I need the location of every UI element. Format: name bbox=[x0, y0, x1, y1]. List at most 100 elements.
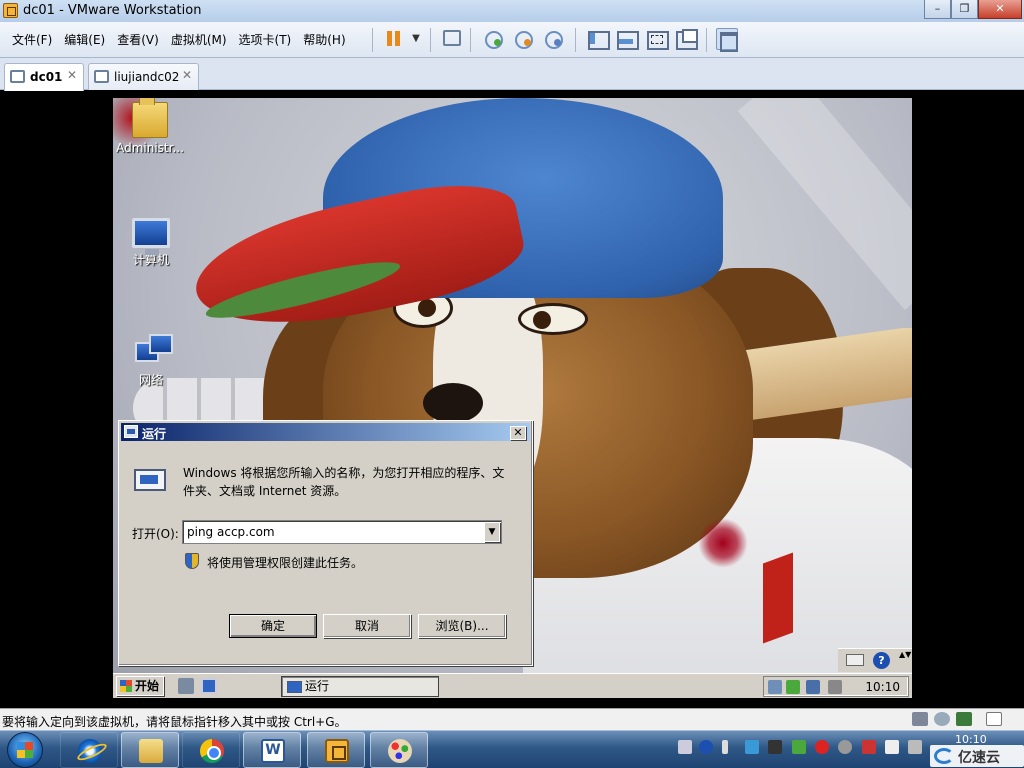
tray-icon[interactable] bbox=[908, 740, 922, 754]
close-icon[interactable]: ✕ bbox=[67, 68, 77, 82]
taskbar-word-button[interactable] bbox=[243, 732, 301, 768]
restore-button[interactable]: ❐ bbox=[951, 0, 978, 19]
revert-snapshot-icon[interactable] bbox=[512, 28, 534, 50]
ok-button[interactable]: 确定 bbox=[229, 614, 317, 638]
taskbar-paint-button[interactable] bbox=[370, 732, 428, 768]
vmware-app-icon bbox=[3, 3, 18, 18]
desktop-icon-label: Administr... bbox=[116, 141, 184, 155]
language-bar-options-icon[interactable]: ▲▼ bbox=[899, 651, 911, 659]
dialog-close-button[interactable]: ✕ bbox=[510, 426, 526, 440]
sidebar-toggle-icon[interactable] bbox=[586, 28, 610, 50]
toolbar-separator bbox=[706, 28, 707, 52]
tab-dc01[interactable]: dc01 ✕ bbox=[4, 63, 84, 91]
hard-disk-icon[interactable] bbox=[912, 712, 928, 726]
tray-icon[interactable] bbox=[838, 740, 852, 754]
start-button[interactable]: 开始 bbox=[116, 676, 164, 696]
menu-edit[interactable]: 编辑(E) bbox=[58, 31, 111, 48]
tray-icon[interactable] bbox=[792, 740, 806, 754]
chevron-down-icon[interactable]: ▼ bbox=[484, 522, 500, 542]
network-status-icon[interactable] bbox=[806, 680, 820, 694]
server-manager-icon[interactable] bbox=[178, 678, 194, 694]
network-icon bbox=[133, 332, 173, 368]
brand-logo-icon bbox=[934, 748, 954, 764]
minimize-button[interactable]: – bbox=[924, 0, 951, 19]
tray-icon[interactable] bbox=[768, 740, 782, 754]
window-titlebar: dc01 - VMware Workstation – ❐ ✕ bbox=[0, 0, 1024, 22]
open-input[interactable]: ping accp.com bbox=[187, 525, 275, 539]
toolbar-separator bbox=[430, 28, 431, 52]
tray-icon[interactable] bbox=[815, 740, 829, 754]
cancel-button[interactable]: 取消 bbox=[323, 614, 411, 638]
wallpaper bbox=[763, 552, 793, 644]
desktop-icon-label: 计算机 bbox=[132, 253, 169, 267]
menu-view[interactable]: 查看(V) bbox=[111, 31, 165, 48]
taskbar-ie-button[interactable] bbox=[60, 732, 118, 768]
keyboard-icon[interactable] bbox=[846, 654, 864, 666]
system-tray: 10:10 bbox=[763, 676, 909, 697]
vm-tabs: dc01 ✕ liujiandc02 ✕ bbox=[0, 58, 1024, 91]
admin-note: 将使用管理权限创建此任务。 bbox=[207, 556, 364, 570]
keyboard-icon[interactable] bbox=[678, 740, 692, 754]
tray-arrow-icon[interactable] bbox=[722, 740, 728, 754]
chrome-icon bbox=[200, 739, 224, 763]
taskbar-vmware-button[interactable] bbox=[307, 732, 365, 768]
run-dialog: 运行 ✕ Windows 将根据您所输入的名称，为您打开相应的程序、文件夹、文档… bbox=[118, 420, 533, 666]
word-icon bbox=[261, 739, 285, 763]
paint-icon bbox=[388, 739, 412, 763]
network-adapter-icon[interactable] bbox=[440, 28, 462, 50]
menu-vm[interactable]: 虚拟机(M) bbox=[165, 31, 233, 48]
help-icon[interactable] bbox=[699, 740, 713, 754]
guest-clock: 10:10 bbox=[865, 680, 900, 694]
windows-start-orb[interactable] bbox=[7, 732, 43, 768]
run-description: Windows 将根据您所输入的名称，为您打开相应的程序、文件夹、文档或 Int… bbox=[183, 466, 505, 498]
message-log-icon[interactable] bbox=[986, 712, 1002, 726]
tray-icon[interactable] bbox=[862, 740, 876, 754]
host-taskbar: 10:10 亿速云 bbox=[0, 730, 1024, 768]
snapshot-manager-icon[interactable] bbox=[542, 28, 564, 50]
desktop-icon-computer[interactable]: 计算机 bbox=[113, 218, 191, 268]
language-bar: ? ▲▼ bbox=[838, 648, 912, 672]
tray-icon[interactable] bbox=[885, 740, 899, 754]
close-button[interactable]: ✕ bbox=[978, 0, 1022, 19]
menu-items: 文件(F) 编辑(E) 查看(V) 虚拟机(M) 选项卡(T) 帮助(H) bbox=[6, 31, 352, 48]
take-snapshot-icon[interactable] bbox=[482, 28, 504, 50]
tab-liujiandc02[interactable]: liujiandc02 ✕ bbox=[88, 63, 199, 90]
guest-taskbar: 开始 运行 10:10 bbox=[113, 673, 912, 698]
explorer-icon bbox=[139, 739, 163, 763]
volume-icon[interactable] bbox=[828, 680, 842, 694]
run-program-icon bbox=[134, 469, 166, 491]
statusbar: 要将输入定向到该虚拟机，请将鼠标指针移入其中或按 Ctrl+G。 bbox=[0, 708, 1024, 730]
cd-drive-icon[interactable] bbox=[934, 712, 950, 726]
taskbar-run-button[interactable]: 运行 bbox=[281, 676, 439, 697]
console-view-icon[interactable] bbox=[716, 28, 738, 52]
vmware-icon bbox=[325, 739, 349, 763]
network-adapter-status-icon[interactable] bbox=[956, 712, 972, 726]
menu-tabs[interactable]: 选项卡(T) bbox=[233, 31, 298, 48]
tray-icon[interactable] bbox=[745, 740, 759, 754]
close-icon[interactable]: ✕ bbox=[182, 68, 192, 82]
run-icon bbox=[124, 425, 138, 438]
menu-help[interactable]: 帮助(H) bbox=[297, 31, 351, 48]
desktop-icon-network[interactable]: 网络 bbox=[113, 332, 191, 388]
show-desktop-icon[interactable] bbox=[201, 678, 217, 694]
taskbar-chrome-button[interactable] bbox=[182, 732, 240, 768]
browse-button[interactable]: 浏览(B)... bbox=[418, 614, 506, 638]
run-dialog-title: 运行 bbox=[142, 427, 167, 441]
power-dropdown-icon[interactable]: ▼ bbox=[405, 28, 427, 50]
thumbnail-bar-icon[interactable] bbox=[615, 28, 639, 50]
taskbar-explorer-button[interactable] bbox=[121, 732, 179, 768]
security-icon[interactable] bbox=[786, 680, 800, 694]
status-message: 要将输入定向到该虚拟机，请将鼠标指针移入其中或按 Ctrl+G。 bbox=[2, 715, 347, 729]
desktop-icon-administrator[interactable]: Administr... bbox=[113, 98, 190, 155]
tab-label: dc01 bbox=[30, 70, 63, 84]
pause-icon[interactable] bbox=[383, 28, 405, 50]
open-combobox[interactable]: ping accp.com ▼ bbox=[182, 520, 502, 544]
help-icon[interactable]: ? bbox=[873, 652, 890, 669]
menu-file[interactable]: 文件(F) bbox=[6, 31, 58, 48]
unity-icon[interactable] bbox=[674, 28, 698, 50]
folder-icon bbox=[132, 98, 168, 138]
wallpaper bbox=[698, 518, 748, 568]
tray-icon[interactable] bbox=[768, 680, 782, 694]
full-screen-icon[interactable] bbox=[645, 28, 669, 50]
wallpaper bbox=[518, 303, 588, 335]
